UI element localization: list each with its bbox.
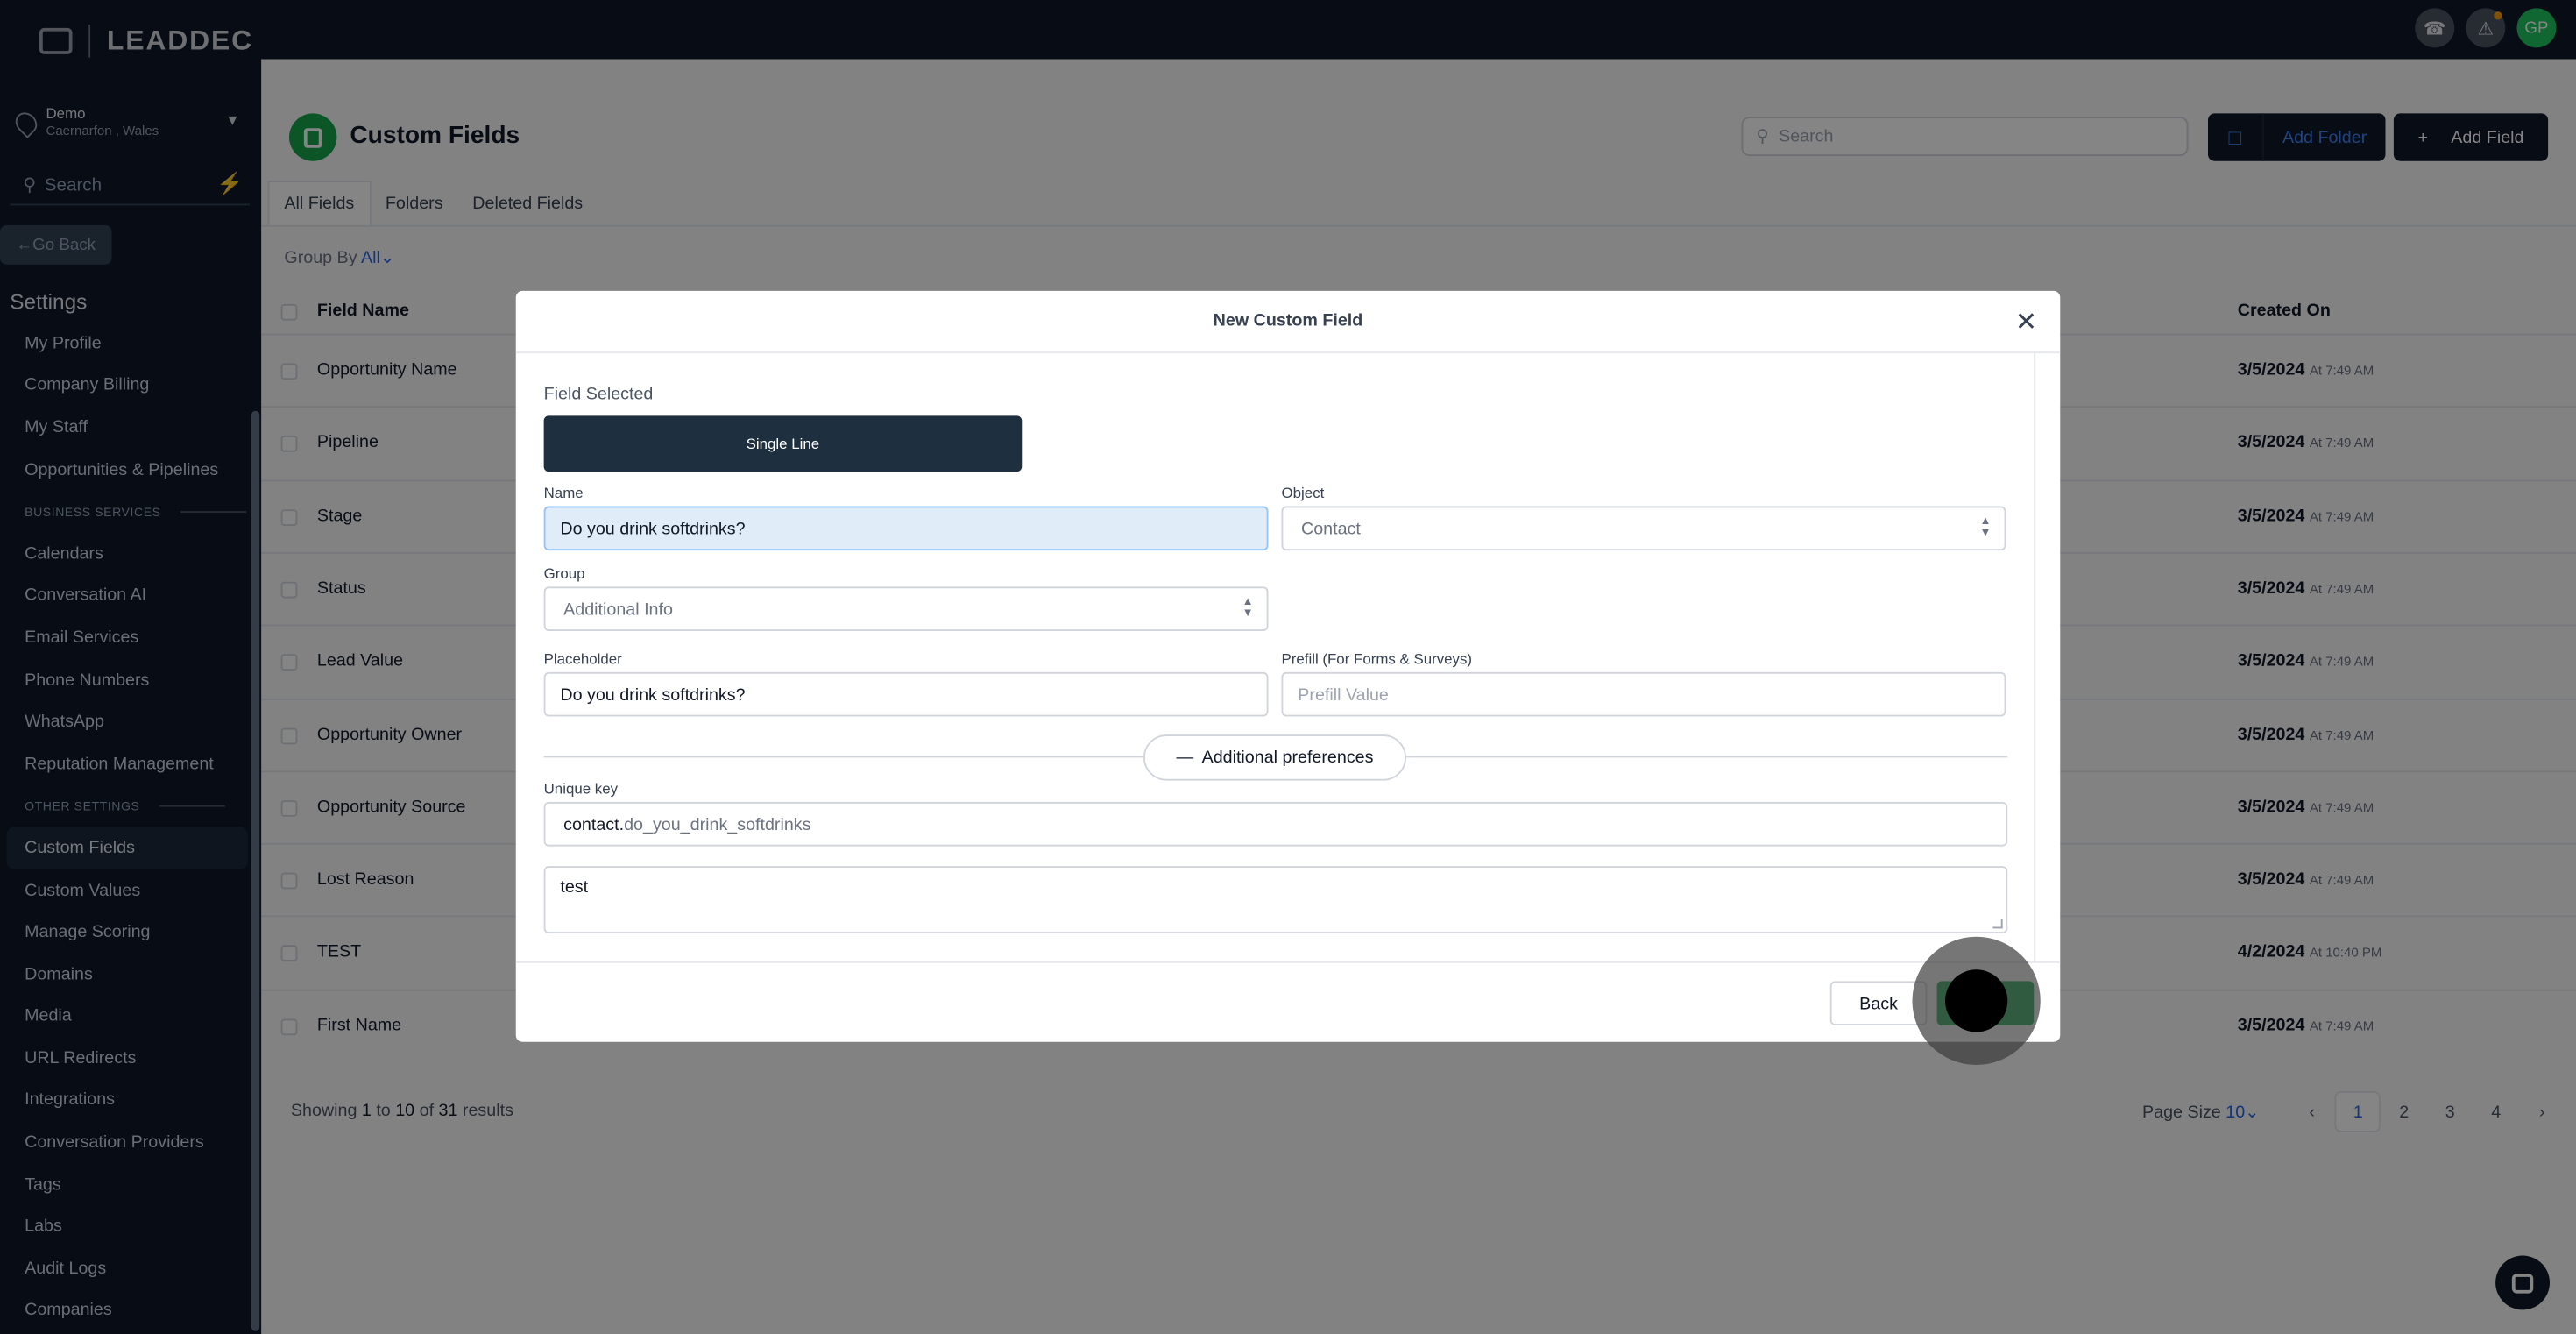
field-type-single-line[interactable]: Single Line [543,415,1023,472]
prefill-input[interactable]: Prefill Value [1281,671,2006,717]
close-icon[interactable]: ✕ [2015,306,2037,339]
resize-handle-icon[interactable] [1992,919,2003,929]
name-label: Name [543,485,584,501]
select-arrows-icon: ▲ ▼ [1242,596,1254,620]
placeholder-input[interactable]: Do you drink softdrinks? [543,671,1269,717]
group-select[interactable]: Additional Info ▲ ▼ [543,586,1269,631]
placeholder-label: Placeholder [543,650,622,668]
additional-preferences-toggle[interactable]: — Additional preferences [1143,734,1406,781]
minus-icon: — [1176,748,1194,768]
object-select[interactable]: Contact ▲ ▼ [1281,506,2006,551]
select-arrows-icon: ▲ ▼ [1979,515,1992,539]
modal-scrollbar[interactable] [2034,353,2036,961]
prefill-label: Prefill (For Forms & Surveys) [1281,650,1473,668]
name-input[interactable]: Do you drink softdrinks? [543,506,1269,551]
unique-key-input[interactable]: contact. do_you_drink_softdrinks [543,802,2008,847]
modal-title: New Custom Field [1213,310,1363,330]
unique-key-label: Unique key [543,780,619,798]
click-indicator-dot [1945,969,2008,1032]
new-custom-field-modal: New Custom Field ✕ Field Selected Single… [515,290,2061,1042]
field-selected-label: Field Selected [543,384,654,405]
group-label: Group [543,565,585,582]
description-textarea[interactable]: test [543,866,2008,933]
object-label: Object [1281,485,1325,501]
